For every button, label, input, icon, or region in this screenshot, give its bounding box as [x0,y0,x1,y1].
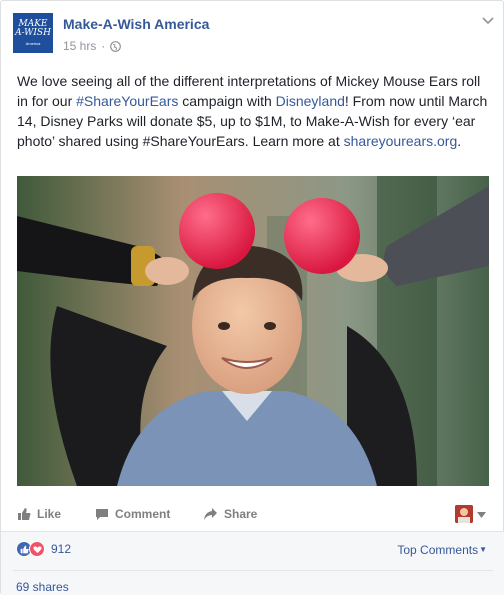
top-comments-label: Top Comments [397,543,479,557]
post-photo[interactable] [17,176,489,486]
selector-chevron-down-icon [477,505,486,523]
post-text-part2: campaign with [178,93,276,109]
summary-divider [13,570,493,571]
thumbs-up-icon [17,507,31,521]
page-mention-link[interactable]: Disneyland [276,93,345,109]
love-reaction-icon [29,541,45,557]
reaction-count[interactable]: 912 [51,542,71,556]
reactions-summary[interactable]: 912 [16,541,71,557]
avatar-logo-line2: A-WISH [15,28,51,38]
hashtag-link[interactable]: #ShareYourEars [76,93,178,109]
top-comments-dropdown[interactable]: Top Comments▼ [397,543,487,557]
globe-icon[interactable] [110,40,122,52]
post-text: We love seeing all of the different inte… [17,71,493,151]
post-header: MAKE A-WISH America Make-A-Wish America … [1,1,504,69]
page-name-link[interactable]: Make-A-Wish America [63,16,209,32]
comment-label: Comment [115,507,171,521]
like-button[interactable]: Like [17,501,61,527]
shares-count-link[interactable]: 69 shares [16,580,69,594]
user-avatar [455,505,473,523]
post-card: MAKE A-WISH America Make-A-Wish America … [0,0,504,595]
comment-button[interactable]: Comment [95,501,170,527]
like-label: Like [37,507,62,521]
post-summary: 912 Top Comments▼ 69 shares [1,531,504,595]
post-text-part4: . [457,133,462,149]
avatar-logo-sub: America [25,41,41,46]
page-avatar[interactable]: MAKE A-WISH America [13,13,53,53]
share-label: Share [224,507,258,521]
post-as-selector[interactable] [455,505,486,523]
website-link[interactable]: shareyourears.org [344,133,458,149]
post-time[interactable]: 15 hrs [63,39,96,53]
comment-bubble-icon [95,507,109,521]
post-actions-bar: Like Comment Share [1,501,504,527]
post-meta: 15 hrs · [63,39,122,53]
share-button[interactable]: Share [203,501,257,527]
post-options-chevron-icon[interactable] [481,13,495,25]
share-arrow-icon [203,507,218,521]
caret-down-icon: ▼ [479,545,487,554]
meta-separator: · [101,39,106,53]
